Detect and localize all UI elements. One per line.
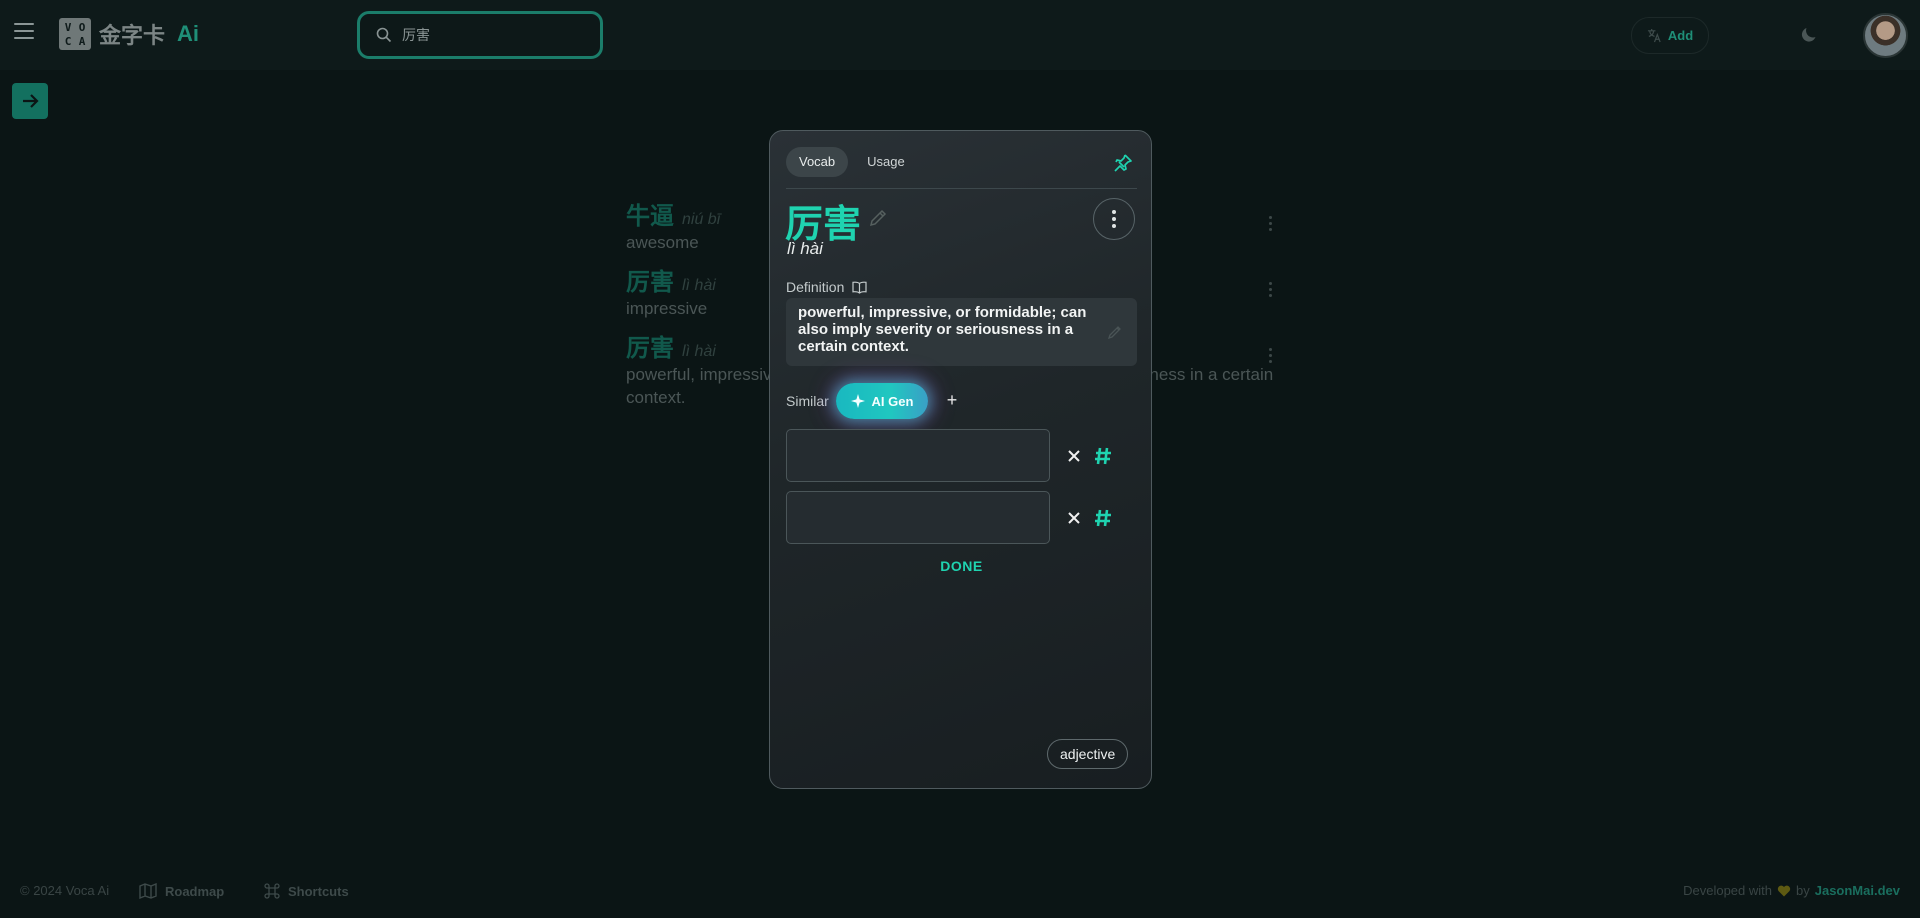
developed-with-text: Developed with bbox=[1683, 883, 1772, 898]
search-box[interactable] bbox=[357, 11, 603, 59]
pin-icon[interactable] bbox=[1113, 153, 1133, 173]
edit-definition-icon[interactable] bbox=[1107, 324, 1123, 340]
avatar[interactable] bbox=[1863, 13, 1908, 58]
shortcuts-link[interactable]: Shortcuts bbox=[264, 883, 349, 899]
search-icon bbox=[376, 27, 392, 43]
ai-gen-button[interactable]: AI Gen bbox=[836, 383, 928, 419]
similar-word-input[interactable] bbox=[786, 491, 1050, 544]
close-icon[interactable] bbox=[1064, 446, 1084, 466]
logo-letter: O bbox=[78, 20, 86, 34]
roadmap-link[interactable]: Roadmap bbox=[139, 883, 224, 899]
by-text: by bbox=[1796, 883, 1810, 898]
divider bbox=[786, 188, 1137, 189]
sparkle-icon bbox=[850, 394, 865, 408]
edit-word-icon[interactable] bbox=[867, 207, 889, 229]
book-icon[interactable] bbox=[852, 281, 867, 294]
moon-icon[interactable] bbox=[1799, 24, 1819, 44]
close-icon[interactable] bbox=[1064, 508, 1084, 528]
add-label: Add bbox=[1667, 28, 1694, 43]
footer: © 2024 Voca Ai Roadmap Shortcuts Develop… bbox=[0, 870, 1920, 910]
tab-bar: Vocab Usage bbox=[786, 147, 918, 177]
arrow-right-icon bbox=[23, 94, 39, 108]
more-options-button[interactable] bbox=[1093, 198, 1135, 240]
more-icon[interactable] bbox=[1269, 348, 1273, 366]
vocab-pinyin: lì hài bbox=[787, 239, 823, 258]
logo-letter: V bbox=[64, 20, 72, 34]
definition-field[interactable]: powerful, impressive, or formidable; can… bbox=[786, 298, 1137, 366]
copyright: © 2024 Voca Ai bbox=[20, 883, 110, 898]
translate-icon bbox=[1647, 28, 1661, 43]
map-icon bbox=[139, 883, 157, 899]
definition-label: Definition bbox=[786, 279, 867, 295]
list-item-pinyin: lì hài bbox=[682, 277, 716, 294]
more-icon[interactable] bbox=[1269, 282, 1273, 300]
definition-text: powerful, impressive, or formidable; can… bbox=[798, 304, 1087, 355]
part-of-speech-badge[interactable]: adjective bbox=[1047, 739, 1129, 769]
logo-letter: C bbox=[64, 34, 72, 48]
search-input[interactable] bbox=[402, 27, 582, 43]
hashtag-icon[interactable] bbox=[1093, 508, 1113, 528]
menu-icon[interactable] bbox=[14, 23, 34, 39]
done-button[interactable]: DONE bbox=[770, 558, 1153, 574]
developer-credit: Developed with by JasonMai.dev bbox=[1683, 883, 1900, 898]
list-item-word: 厉害 bbox=[626, 334, 674, 362]
logo-text: 金字卡 bbox=[99, 23, 166, 48]
shortcuts-label: Shortcuts bbox=[288, 883, 349, 899]
list-item-word: 厉害 bbox=[626, 268, 674, 296]
author-link[interactable]: JasonMai.dev bbox=[1815, 883, 1900, 898]
heart-icon bbox=[1777, 885, 1791, 896]
expand-arrow-button[interactable] bbox=[12, 83, 48, 119]
list-item-pinyin: lì hài bbox=[682, 343, 716, 360]
tab-usage[interactable]: Usage bbox=[854, 147, 918, 177]
top-bar: V O C A 金字卡 Ai Add bbox=[0, 0, 1920, 70]
ai-gen-label: AI Gen bbox=[871, 393, 914, 409]
vocab-card-modal: Vocab Usage 厉害 lì hài Definition powerfu… bbox=[769, 130, 1152, 789]
roadmap-label: Roadmap bbox=[165, 883, 225, 899]
hashtag-icon[interactable] bbox=[1093, 446, 1113, 466]
tab-vocab[interactable]: Vocab bbox=[786, 147, 849, 177]
similar-word-input[interactable] bbox=[786, 429, 1050, 482]
logo-mark: V O C A bbox=[59, 18, 91, 50]
definition-label-text: Definition bbox=[786, 279, 845, 295]
add-similar-button[interactable]: + bbox=[942, 390, 962, 410]
similar-label: Similar bbox=[786, 393, 829, 409]
add-button[interactable]: Add bbox=[1631, 17, 1709, 54]
logo[interactable]: V O C A 金字卡 Ai bbox=[59, 18, 199, 50]
command-icon bbox=[264, 883, 280, 899]
more-icon[interactable] bbox=[1269, 216, 1273, 234]
logo-ai: Ai bbox=[177, 21, 200, 46]
logo-letter: A bbox=[78, 34, 86, 48]
list-item-pinyin: niú bī bbox=[682, 211, 721, 228]
list-item-word: 牛逼 bbox=[626, 202, 674, 230]
